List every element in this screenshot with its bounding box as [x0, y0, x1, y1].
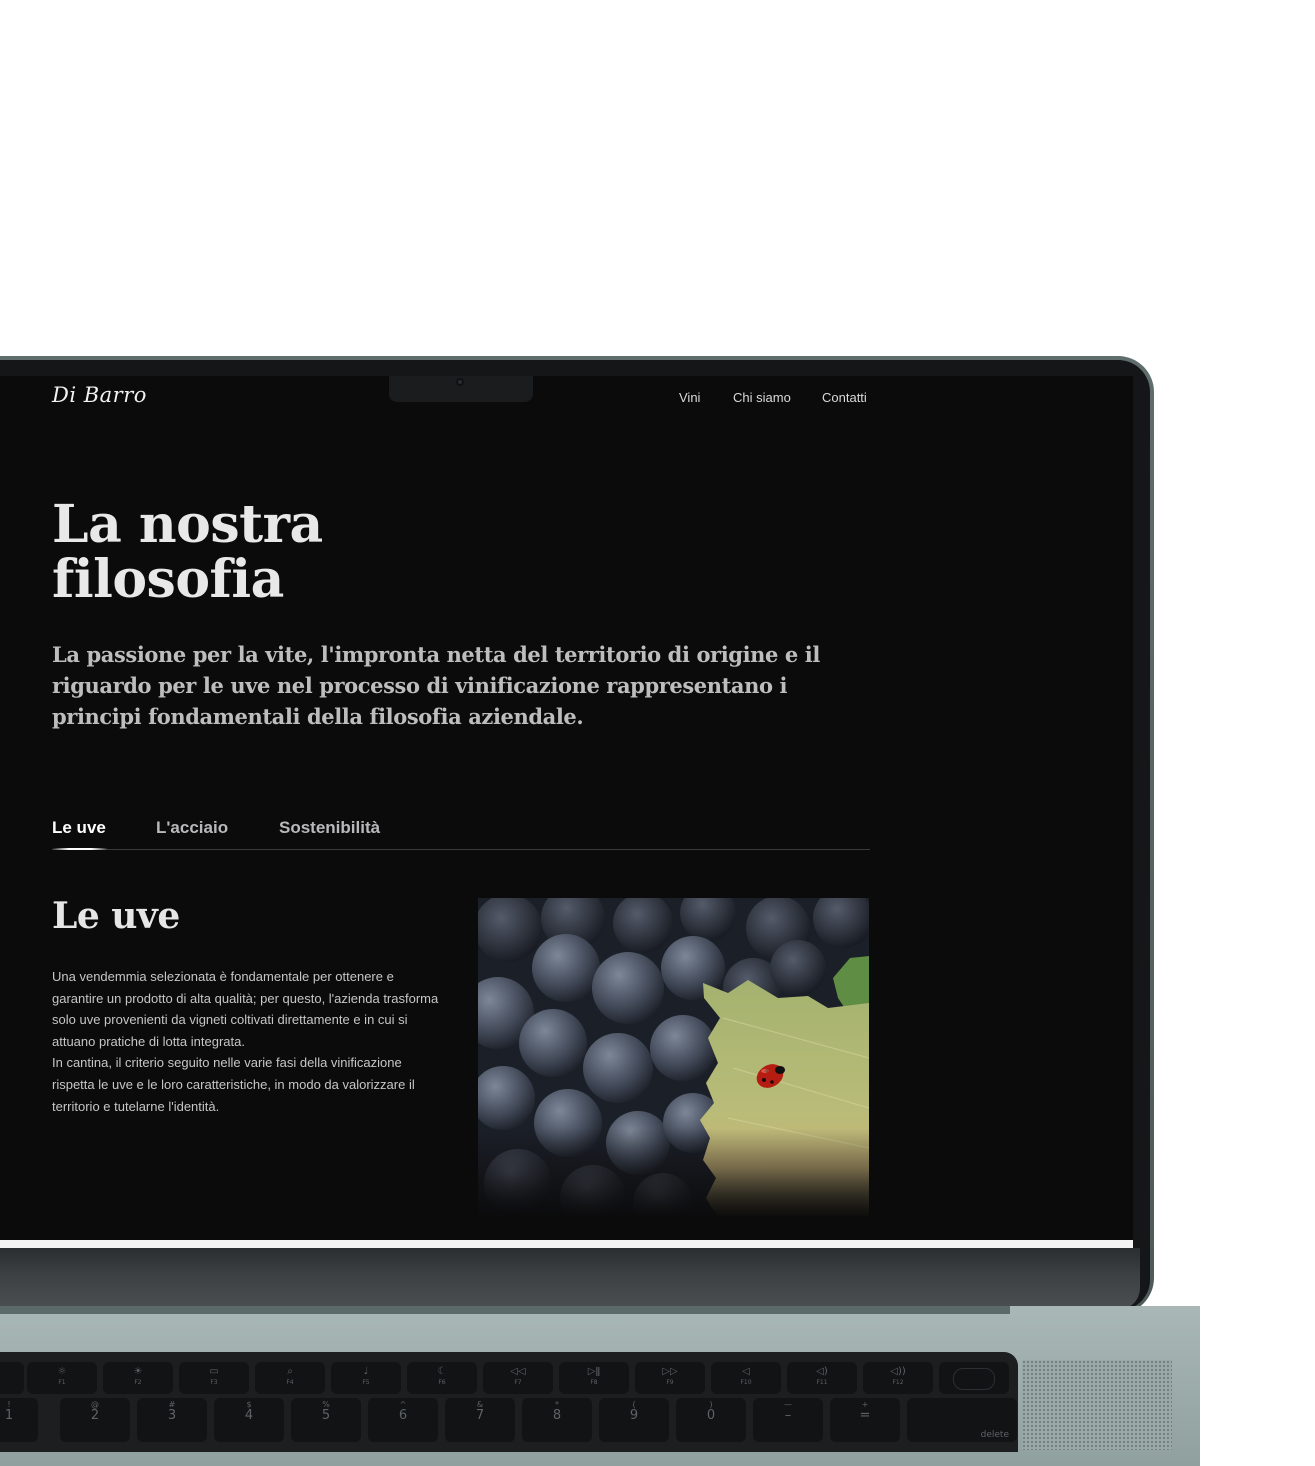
f12-label: F12 [892, 1379, 904, 1386]
hero-lead-text: La passione per la vite, l'impronta nett… [52, 642, 820, 729]
page-title-line-1: La nostra [52, 494, 323, 555]
f8-label: F8 [590, 1379, 598, 1386]
key-8[interactable]: * 8 [522, 1398, 592, 1442]
f10-key[interactable]: ◁ F10 [711, 1362, 781, 1394]
f1-key[interactable]: ☼ F1 [27, 1362, 97, 1394]
section-title: Le uve [52, 895, 180, 937]
microphone-icon: ♩ [363, 1366, 369, 1377]
fast-forward-icon: ▷▷ [662, 1366, 678, 1377]
volume-up-icon: ◁)) [890, 1366, 906, 1377]
key-2-label: 2 [90, 1408, 100, 1423]
key-6[interactable]: ^ 6 [368, 1398, 438, 1442]
f2-key[interactable]: ☀ F2 [103, 1362, 173, 1394]
key-5-label: 5 [321, 1408, 331, 1423]
speaker-grille [1022, 1360, 1172, 1450]
grapes-ladybug-photo [478, 898, 869, 1218]
section-body: Una vendemmia selezionata è fondamentale… [52, 966, 444, 1117]
key-9[interactable]: (9 [599, 1398, 669, 1442]
key-3-label: 3 [167, 1408, 177, 1423]
fingerprint-icon [953, 1368, 995, 1390]
f5-label: F5 [362, 1379, 370, 1386]
delete-key-label: delete [980, 1430, 1009, 1440]
key-7-label: 7 [475, 1408, 485, 1423]
tab-le-uve[interactable]: Le uve [52, 818, 106, 838]
f2-label: F2 [134, 1379, 142, 1386]
mute-icon: ◁ [742, 1366, 750, 1377]
f8-key[interactable]: ▷ǁ F8 [559, 1362, 629, 1394]
f3-label: F3 [210, 1379, 218, 1386]
rewind-icon: ◁◁ [510, 1366, 526, 1377]
section-paragraph-2: In cantina, il criterio seguito nelle va… [52, 1055, 415, 1114]
f4-key[interactable]: ⌕ F4 [255, 1362, 325, 1394]
key-4-label: 4 [244, 1408, 254, 1423]
f1-label: F1 [58, 1379, 66, 1386]
play-pause-icon: ▷ǁ [587, 1366, 601, 1377]
brightness-up-icon: ☀ [133, 1366, 143, 1377]
key-9-label: 9 [629, 1408, 639, 1423]
key-0-label: 0 [706, 1408, 716, 1423]
f9-label: F9 [666, 1379, 674, 1386]
f11-key[interactable]: ◁) F11 [787, 1362, 857, 1394]
section-paragraph-1: Una vendemmia selezionata è fondamentale… [52, 969, 439, 1049]
key-2[interactable]: @2 [60, 1398, 130, 1442]
f11-label: F11 [816, 1379, 828, 1386]
active-tab-indicator [52, 848, 108, 850]
screen-bottom-edge [0, 1240, 1133, 1248]
page-title-line-2: filosofia [52, 549, 284, 610]
key-8-label: 8 [552, 1408, 562, 1423]
moon-icon: ☾ [437, 1366, 447, 1377]
f7-key[interactable]: ◁◁ F7 [483, 1362, 553, 1394]
touch-id-key[interactable] [939, 1362, 1009, 1394]
key-minus[interactable]: — – [753, 1398, 823, 1442]
search-icon: ⌕ [287, 1366, 293, 1377]
volume-down-icon: ◁) [816, 1366, 828, 1377]
nav-link-contatti[interactable]: Contatti [822, 390, 867, 405]
brightness-down-icon: ☼ [57, 1366, 67, 1377]
key-3[interactable]: #3 [137, 1398, 207, 1442]
nav-link-vini[interactable]: Vini [679, 390, 700, 405]
tab-acciaio[interactable]: L'acciaio [156, 818, 228, 838]
tab-bar: Le uve L'acciaio Sostenibilità [52, 818, 870, 850]
f4-label: F4 [286, 1379, 294, 1386]
key-equals-label: = [859, 1408, 871, 1423]
key-6-label: 6 [398, 1408, 408, 1423]
f12-key[interactable]: ◁)) F12 [863, 1362, 933, 1394]
key-0[interactable]: ) 0 [676, 1398, 746, 1442]
key-7[interactable]: & 7 [445, 1398, 515, 1442]
f7-label: F7 [514, 1379, 522, 1386]
laptop-hinge [0, 1306, 1010, 1314]
f10-label: F10 [740, 1379, 752, 1386]
webcam-icon [456, 378, 464, 386]
f9-key[interactable]: ▷▷ F9 [635, 1362, 705, 1394]
key-minus-label: – [784, 1408, 792, 1423]
delete-key[interactable]: delete [907, 1398, 1017, 1442]
key-4[interactable]: $4 [214, 1398, 284, 1442]
key-5[interactable]: % 5 [291, 1398, 361, 1442]
page-title: La nostra filosofia [52, 497, 552, 607]
site-logo[interactable]: Di Barro [52, 383, 147, 407]
mission-control-icon: ▭ [209, 1366, 219, 1377]
f6-label: F6 [438, 1379, 446, 1386]
f5-key[interactable]: ♩ F5 [331, 1362, 401, 1394]
escape-key[interactable] [0, 1362, 24, 1394]
key-1[interactable]: ! 1 [0, 1398, 38, 1442]
nav-link-chi-siamo[interactable]: Chi siamo [733, 390, 791, 405]
f3-key[interactable]: ▭ F3 [179, 1362, 249, 1394]
key-1-label: 1 [4, 1408, 14, 1423]
tab-sostenibilita[interactable]: Sostenibilità [279, 818, 380, 838]
laptop-chin [0, 1248, 1140, 1310]
f6-key[interactable]: ☾ F6 [407, 1362, 477, 1394]
key-equals[interactable]: + = [830, 1398, 900, 1442]
